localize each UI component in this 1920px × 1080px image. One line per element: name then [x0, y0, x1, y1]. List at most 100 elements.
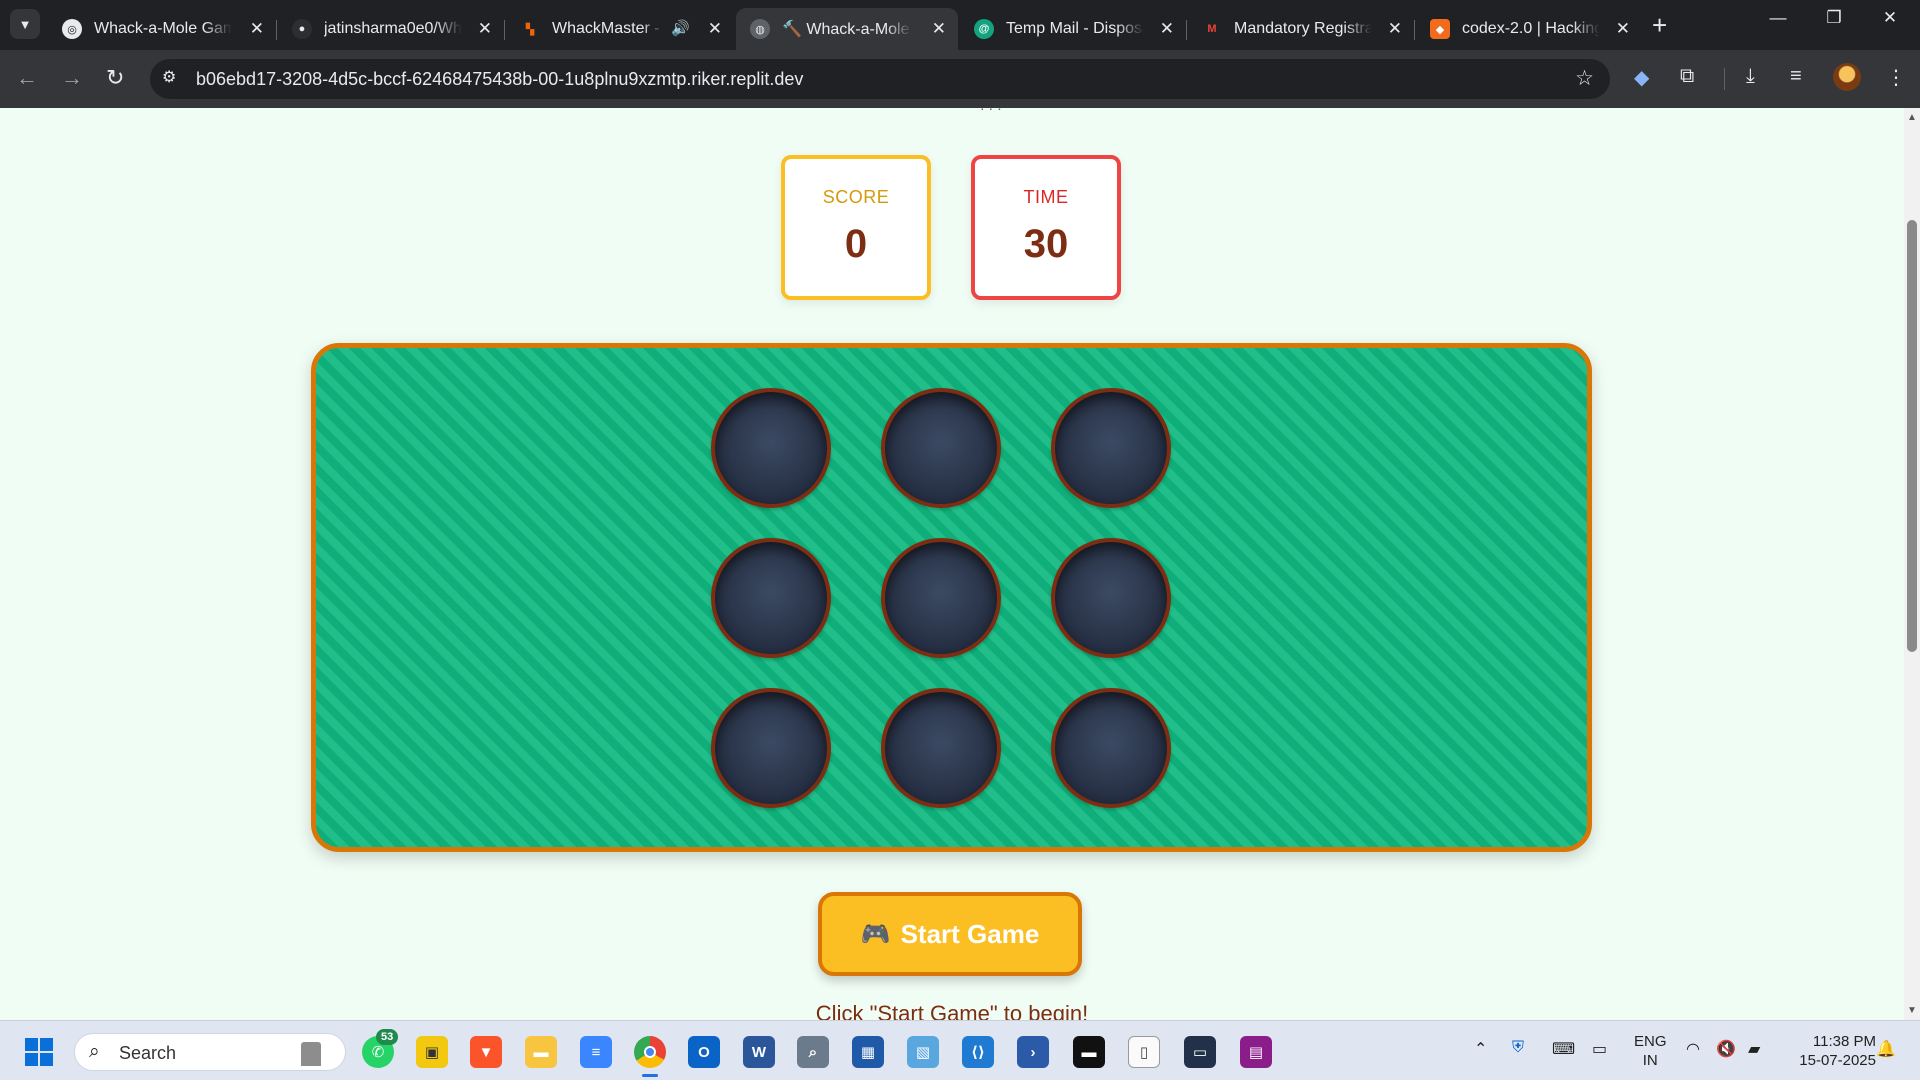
audio-playing-icon[interactable]: 🔊: [671, 19, 690, 37]
keyboard-icon[interactable]: ⌨: [1552, 1039, 1575, 1059]
brave-icon[interactable]: ▼: [470, 1036, 502, 1068]
game-board: [311, 343, 1592, 852]
mole-hole[interactable]: [881, 688, 1001, 808]
scroll-up-arrow-icon[interactable]: ▲: [1907, 112, 1917, 123]
mole-hole[interactable]: [1051, 388, 1171, 508]
app-icon[interactable]: ▣: [416, 1036, 448, 1068]
reload-icon[interactable]: ↻: [106, 65, 124, 91]
tab-strip: ▼ ◎ Whack-a-Mole Game ✕ ● jatinsharma0e0…: [0, 0, 1920, 50]
chevron-down-icon: ▼: [18, 16, 32, 32]
tempmail-icon: @: [974, 19, 994, 39]
mole-hole[interactable]: [1051, 688, 1171, 808]
tab-title: Whack-a-Mole Game: [94, 20, 232, 37]
close-tab-icon[interactable]: ✕: [1616, 19, 1630, 39]
tab-hackingly[interactable]: ◆ codex-2.0 | Hackingly ✕: [1416, 8, 1642, 50]
mole-hole[interactable]: [711, 688, 831, 808]
time-value: 30: [1023, 222, 1069, 266]
volume-muted-icon[interactable]: 🔇: [1716, 1039, 1736, 1059]
tab-separator: [276, 20, 277, 40]
taskbar-search[interactable]: ⌕ Search: [74, 1033, 346, 1071]
tab-whack-a-mole-active[interactable]: ◍ 🔨 Whack-a-Mole Game ✕: [736, 8, 958, 50]
system-clock[interactable]: 11:38 PM 15-07-2025: [1786, 1032, 1876, 1070]
word-icon[interactable]: W: [743, 1036, 775, 1068]
extension-drop-icon[interactable]: ◆: [1634, 65, 1649, 90]
powershell-icon[interactable]: ›: [1017, 1036, 1049, 1068]
input-language[interactable]: ENG IN: [1634, 1032, 1667, 1070]
tab-separator: [504, 20, 505, 40]
battery-icon[interactable]: ▰: [1748, 1039, 1760, 1059]
page-scrollbar[interactable]: ▲ ▼: [1904, 108, 1920, 1020]
address-bar[interactable]: ⚙ b06ebd17-3208-4d5c-bccf-62468475438b-0…: [150, 59, 1610, 99]
time-card: TIME 30: [971, 155, 1121, 300]
tray-overflow-chevron-icon[interactable]: ⌃: [1474, 1039, 1487, 1059]
close-window-icon[interactable]: ✕: [1862, 8, 1918, 28]
close-tab-icon[interactable]: ✕: [250, 19, 264, 39]
outlook-icon[interactable]: O: [688, 1036, 720, 1068]
minimize-icon[interactable]: —: [1750, 8, 1806, 28]
tab-github-repo[interactable]: ● jatinsharma0e0/Whack ✕: [278, 8, 505, 50]
forward-arrow-icon[interactable]: →: [61, 65, 83, 91]
scroll-down-arrow-icon[interactable]: ▼: [1907, 1005, 1917, 1016]
profile-avatar[interactable]: [1833, 63, 1861, 91]
tab-gmail-registration[interactable]: M Mandatory Registration ✕: [1188, 8, 1415, 50]
hackingly-icon: ◆: [1430, 19, 1450, 39]
notification-bell-icon[interactable]: 🔔: [1876, 1039, 1896, 1059]
terminal-icon[interactable]: ▬: [1073, 1036, 1105, 1068]
back-arrow-icon[interactable]: ←: [16, 65, 38, 91]
tab-search-button[interactable]: ▼: [10, 9, 40, 39]
wifi-icon[interactable]: ◠: [1686, 1039, 1700, 1059]
tab-replit-project[interactable]: ▚ WhackMaster - Replit 🔊 ✕: [506, 8, 734, 50]
score-card: SCORE 0: [781, 155, 931, 300]
close-tab-icon[interactable]: ✕: [478, 19, 492, 39]
tab-temp-mail[interactable]: @ Temp Mail - Disposable ✕: [960, 8, 1187, 50]
browser-toolbar: ← → ↻ ⚙ b06ebd17-3208-4d5c-bccf-62468475…: [0, 50, 1920, 108]
cut-off-subtitle: · · ·: [980, 108, 1002, 116]
start-game-button[interactable]: 🎮 Start Game: [818, 892, 1082, 976]
chrome-icon[interactable]: [634, 1036, 666, 1077]
openai-icon: ◎: [62, 19, 82, 39]
mole-hole[interactable]: [881, 538, 1001, 658]
bookmark-star-icon[interactable]: ☆: [1575, 66, 1594, 91]
extensions-puzzle-icon[interactable]: ⧉: [1680, 65, 1694, 88]
new-tab-icon[interactable]: +: [1652, 10, 1667, 41]
gamepad-icon: 🎮: [860, 920, 891, 948]
toolbar-divider: [1724, 68, 1725, 90]
score-value: 0: [844, 222, 868, 266]
tab-whack-a-mole-chatgpt[interactable]: ◎ Whack-a-Mole Game ✕: [48, 8, 277, 50]
close-tab-icon[interactable]: ✕: [708, 19, 722, 39]
photo-app-icon[interactable]: ▦: [852, 1036, 884, 1068]
windows-taskbar: ⌕ Search ✆ 53 ▣ ▼ ▬ ≡ O W ⌕ ▦ ▧ ⟨⟩ › ▬ ▯…: [0, 1020, 1920, 1080]
blank-document-icon[interactable]: ▯: [1128, 1036, 1160, 1068]
close-tab-icon[interactable]: ✕: [1160, 19, 1174, 39]
scrollbar-thumb[interactable]: [1907, 220, 1917, 652]
magnifier-app-icon[interactable]: ⌕: [797, 1036, 829, 1068]
notepad-icon[interactable]: ≡: [580, 1036, 612, 1068]
winrar-icon[interactable]: ▤: [1240, 1036, 1272, 1068]
mole-hole[interactable]: [711, 388, 831, 508]
close-tab-icon[interactable]: ✕: [1388, 19, 1402, 39]
github-icon: ●: [292, 19, 312, 39]
mole-hole[interactable]: [1051, 538, 1171, 658]
url-text[interactable]: b06ebd17-3208-4d5c-bccf-62468475438b-00-…: [196, 69, 803, 90]
windows-start-icon[interactable]: [25, 1038, 53, 1066]
menu-kebab-icon[interactable]: ⋮: [1886, 65, 1906, 90]
vscode-icon[interactable]: ⟨⟩: [962, 1036, 994, 1068]
site-settings-icon[interactable]: ⚙: [162, 67, 176, 87]
download-icon[interactable]: ⤓: [1746, 65, 1755, 88]
tab-title: jatinsharma0e0/Whack: [324, 20, 462, 37]
mole-hole[interactable]: [881, 388, 1001, 508]
time-label: TIME: [1023, 187, 1069, 207]
tab-title-active: 🔨 Whack-a-Mole Game: [782, 21, 912, 38]
touchpad-icon[interactable]: ▭: [1592, 1039, 1607, 1059]
image-app-icon[interactable]: ▧: [907, 1036, 939, 1068]
tab-separator: [1186, 20, 1187, 40]
security-shield-icon[interactable]: ⛨: [1512, 1039, 1524, 1057]
mole-hole[interactable]: [711, 538, 831, 658]
close-tab-icon[interactable]: ✕: [932, 19, 946, 39]
globe-icon: ◍: [750, 19, 770, 39]
file-explorer-icon[interactable]: ▬: [525, 1036, 557, 1068]
media-control-icon[interactable]: ≡: [1790, 65, 1802, 88]
tab-title: WhackMaster - Replit: [552, 20, 664, 37]
msql-app-icon[interactable]: ▭: [1184, 1036, 1216, 1068]
restore-icon[interactable]: ❐: [1806, 8, 1862, 28]
